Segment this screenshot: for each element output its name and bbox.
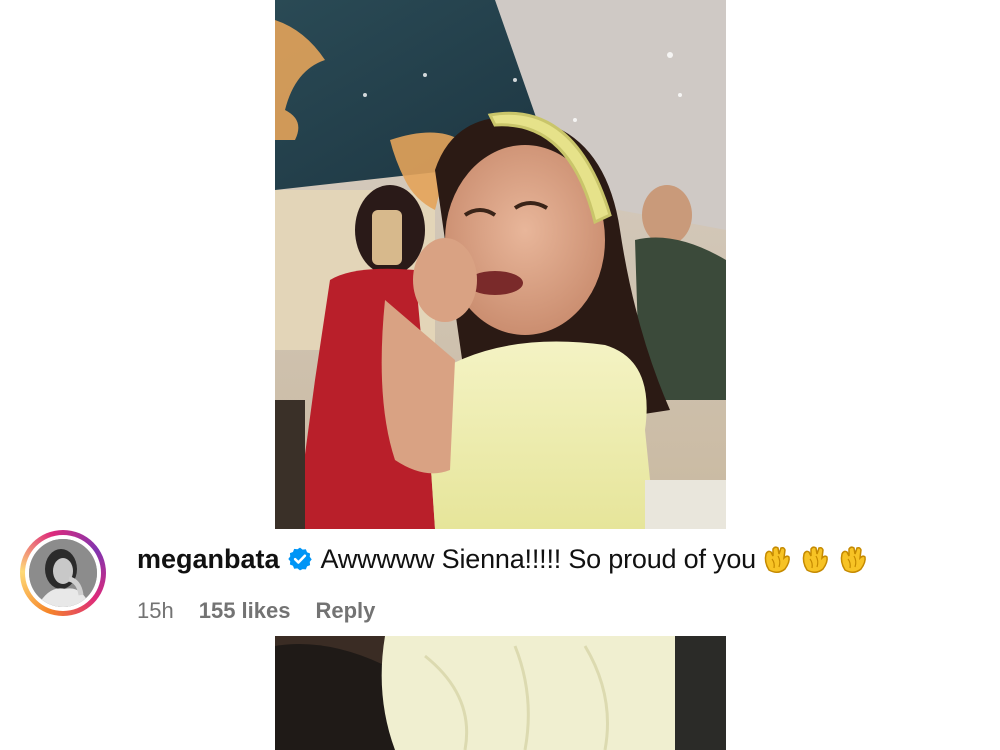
comment-text: Awwwww Sienna!!!!! So proud of you	[320, 543, 757, 574]
comment-time: 15h	[137, 598, 174, 623]
comment-line: meganbata Awwwww Sienna!!!!! So proud of…	[137, 539, 870, 579]
photo-bottom	[275, 636, 726, 750]
clapping-hands-icon	[760, 542, 794, 576]
comment-meta: 15h 155 likes Reply	[137, 598, 375, 624]
photo-top-image	[275, 0, 726, 529]
avatar-photo	[29, 539, 97, 607]
verified-badge-icon	[287, 547, 312, 571]
likes-count[interactable]: 155 likes	[199, 598, 291, 624]
comment: meganbata Awwwww Sienna!!!!! So proud of…	[0, 529, 1000, 636]
avatar[interactable]	[20, 530, 106, 616]
reply-button[interactable]: Reply	[315, 598, 375, 624]
clapping-hands-icon	[798, 542, 832, 576]
username[interactable]: meganbata	[137, 544, 280, 575]
clapping-hands-icon	[836, 542, 870, 576]
photo-top	[275, 0, 726, 529]
photo-bottom-image	[275, 636, 726, 750]
